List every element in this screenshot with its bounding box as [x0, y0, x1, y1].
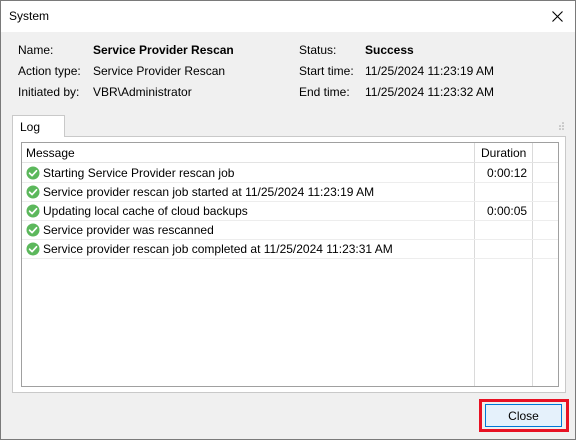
end-time-value: 11/25/2024 11:23:32 AM — [365, 85, 494, 99]
log-row-message: Service provider rescan job completed at… — [43, 242, 393, 256]
title-bar: System — [1, 1, 575, 32]
status-value: Success — [365, 43, 414, 57]
initiated-by-value: VBR\Administrator — [93, 85, 192, 99]
status-label: Status: — [299, 43, 337, 57]
log-grid[interactable]: Message Duration Starting Service Provid… — [21, 142, 559, 387]
start-time-label: Start time: — [299, 64, 354, 78]
log-row-duration: 0:00:05 — [487, 204, 528, 218]
log-panel: Message Duration Starting Service Provid… — [12, 136, 566, 393]
name-value: Service Provider Rescan — [93, 43, 234, 57]
end-time-label: End time: — [299, 85, 350, 99]
start-time-value: 11/25/2024 11:23:19 AM — [365, 64, 494, 78]
log-row-message: Starting Service Provider rescan job — [43, 166, 235, 180]
action-type-label: Action type: — [18, 64, 81, 78]
column-header-duration[interactable]: Duration — [481, 146, 526, 160]
log-row-message: Updating local cache of cloud backups — [43, 204, 248, 218]
log-row-message: Service provider rescan job started at 1… — [43, 185, 375, 199]
system-dialog: System Name: Service Provider Rescan Act… — [0, 0, 576, 440]
close-button[interactable]: Close — [485, 404, 562, 427]
close-button-label: Close — [508, 408, 539, 423]
log-row-message: Service provider was rescanned — [43, 223, 214, 237]
tab-log-label: Log — [20, 120, 41, 134]
log-row[interactable]: Service provider was rescanned — [22, 221, 558, 240]
job-summary: Name: Service Provider Rescan Action typ… — [1, 41, 575, 111]
check-circle-icon — [26, 223, 40, 237]
resize-grip-icon — [559, 122, 564, 130]
action-type-value: Service Provider Rescan — [93, 64, 226, 78]
window-close-button[interactable] — [539, 1, 575, 32]
log-row[interactable]: Service provider rescan job completed at… — [22, 240, 558, 259]
log-grid-header: Message Duration — [22, 143, 558, 163]
initiated-by-label: Initiated by: — [18, 85, 80, 99]
check-circle-icon — [26, 242, 40, 256]
tab-log[interactable]: Log — [12, 115, 65, 137]
window-title: System — [9, 9, 50, 23]
log-row[interactable]: Updating local cache of cloud backups 0:0… — [22, 202, 558, 221]
check-circle-icon — [26, 204, 40, 218]
name-label: Name: — [18, 43, 54, 57]
log-row-duration: 0:00:12 — [487, 166, 528, 180]
log-row[interactable]: Starting Service Provider rescan job 0:00… — [22, 164, 558, 183]
check-circle-icon — [26, 166, 40, 180]
check-circle-icon — [26, 185, 40, 199]
log-row[interactable]: Service provider rescan job started at 1… — [22, 183, 558, 202]
close-icon — [551, 11, 563, 22]
column-header-message[interactable]: Message — [26, 146, 75, 160]
